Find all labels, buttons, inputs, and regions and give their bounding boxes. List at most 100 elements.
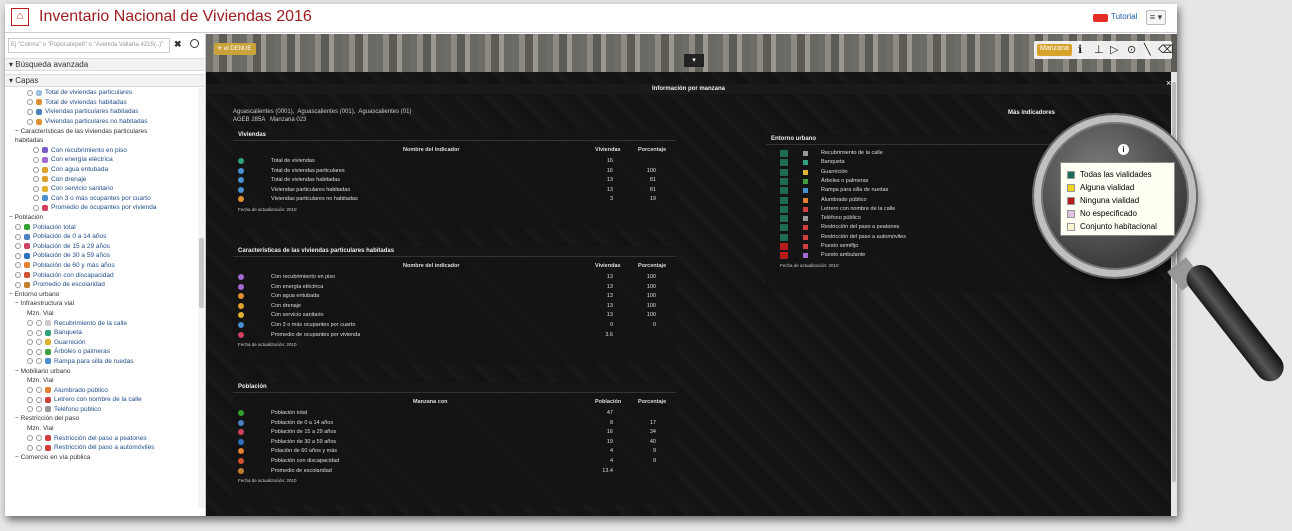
layer-item[interactable]: Rampa para silla de ruedas — [5, 357, 199, 367]
layer-radio[interactable] — [27, 99, 33, 106]
layer-item[interactable]: Total de viviendas particulares — [5, 88, 199, 98]
layer-radio[interactable] — [33, 204, 39, 211]
layer-radio[interactable] — [15, 281, 21, 288]
scrollbar-thumb[interactable] — [199, 238, 204, 308]
youtube-icon[interactable] — [1093, 14, 1108, 22]
layers-toggle[interactable]: ▾ Capas — [5, 74, 205, 87]
layer-item[interactable]: Con drenaje — [5, 174, 199, 184]
more-indicators-link[interactable]: Más indicadores — [1008, 110, 1055, 116]
layer-radio[interactable] — [36, 387, 42, 394]
layer-item[interactable]: Árboles o palmeras — [5, 347, 199, 357]
collapse-panel-button[interactable]: ▾ — [684, 54, 704, 67]
layer-item[interactable]: Con agua entubada — [5, 165, 199, 175]
layer-item[interactable]: Viviendas particulares habitadas — [5, 107, 199, 117]
tree-section-header[interactable]: Mzn. Vial — [5, 424, 199, 434]
layer-radio[interactable] — [27, 406, 33, 413]
layer-radio[interactable] — [15, 243, 21, 250]
layer-radio[interactable] — [36, 444, 42, 451]
advanced-search-toggle[interactable]: ▾ Búsqueda avanzada — [5, 58, 205, 71]
layer-radio[interactable] — [15, 224, 21, 231]
tree-section-header[interactable]: − Restricción del paso — [5, 414, 199, 424]
layer-radio[interactable] — [36, 406, 42, 413]
layer-radio[interactable] — [33, 185, 39, 192]
layer-radio[interactable] — [15, 272, 21, 279]
layer-radio[interactable] — [27, 329, 33, 336]
layer-radio[interactable] — [36, 435, 42, 442]
layer-radio[interactable] — [33, 195, 39, 202]
tree-section-header[interactable]: − Población — [5, 213, 199, 223]
layer-radio[interactable] — [27, 387, 33, 394]
layer-radio[interactable] — [33, 156, 39, 163]
tree-section-header[interactable]: Mzn. Vial — [5, 309, 199, 319]
layer-radio[interactable] — [27, 435, 33, 442]
layer-radio[interactable] — [27, 444, 33, 451]
legend-info-icon[interactable]: i — [1118, 144, 1129, 155]
layer-radio[interactable] — [15, 262, 21, 269]
layer-radio[interactable] — [27, 108, 33, 115]
layer-item[interactable]: Población de 0 a 14 años — [5, 232, 199, 242]
layer-item[interactable]: Con recubrimiento en piso — [5, 146, 199, 156]
tree-section-header[interactable]: − Mobiliario urbano — [5, 366, 199, 376]
clear-search-icon[interactable]: ✖ — [174, 39, 182, 50]
layer-item[interactable]: Con servicio sanitario — [5, 184, 199, 194]
sidebar-scrollbar[interactable] — [198, 88, 205, 508]
layer-item[interactable]: Población con discapacidad — [5, 270, 199, 280]
layer-radio[interactable] — [33, 147, 39, 154]
layer-radio[interactable] — [36, 348, 42, 355]
layer-radio[interactable] — [36, 396, 42, 403]
layer-item[interactable]: Población de 15 a 29 años — [5, 242, 199, 252]
layer-item[interactable]: Promedio de escolaridad — [5, 280, 199, 290]
layer-item[interactable]: Población total — [5, 222, 199, 232]
layer-radio[interactable] — [36, 339, 42, 346]
tree-section-header[interactable]: Mzn. Vial — [5, 376, 199, 386]
layer-item[interactable]: Viviendas particulares no habitadas — [5, 117, 199, 127]
menu-button[interactable]: ≡ ▾ — [1146, 10, 1166, 25]
tree-section-header[interactable]: − Características de las viviendas parti… — [5, 126, 199, 136]
tree-section-header[interactable]: − Infraestructura vial — [5, 299, 199, 309]
tree-section-header[interactable]: habitadas — [5, 136, 199, 146]
layer-item[interactable]: Total de viviendas habitadas — [5, 98, 199, 108]
erase-icon[interactable]: ⌫ — [1158, 43, 1174, 56]
denue-button[interactable]: ☀ el DENUE — [214, 43, 256, 55]
tree-section-header[interactable]: − Comercio en vía pública — [5, 453, 199, 463]
layer-item[interactable]: Población de 60 y más años — [5, 261, 199, 271]
search-icon[interactable] — [190, 39, 199, 48]
layer-item[interactable]: Banqueta — [5, 328, 199, 338]
locate-icon[interactable]: ⊙ — [1127, 43, 1136, 56]
layer-item[interactable]: Alumbrado público — [5, 385, 199, 395]
layer-radio[interactable] — [27, 358, 33, 365]
map-view[interactable]: ☀ el DENUE Manzana ℹ ⊥ ▷ ⊙ ╲ ⌫ ▾ Informa… — [206, 34, 1177, 516]
measure-icon[interactable]: ▷ — [1110, 43, 1118, 56]
tutorial-link[interactable]: Tutorial — [1111, 12, 1137, 21]
layer-item[interactable]: Letrero con nombre de la calle — [5, 395, 199, 405]
layer-item[interactable]: Teléfono público — [5, 405, 199, 415]
layer-radio[interactable] — [36, 358, 42, 365]
layer-radio[interactable] — [27, 320, 33, 327]
layer-radio[interactable] — [27, 89, 33, 96]
layer-item[interactable]: Promedio de ocupantes por vivienda — [5, 203, 199, 213]
pin-icon[interactable]: ⊥ — [1094, 43, 1104, 56]
layer-radio[interactable] — [33, 166, 39, 173]
info-icon[interactable]: ℹ — [1078, 43, 1082, 56]
layer-radio[interactable] — [33, 176, 39, 183]
layer-radio[interactable] — [15, 233, 21, 240]
layer-radio[interactable] — [27, 348, 33, 355]
draw-icon[interactable]: ╲ — [1144, 43, 1151, 56]
layer-item[interactable]: Con 3 o más ocupantes por cuarto — [5, 194, 199, 204]
search-input[interactable]: Ej "Colima" o "Popocatepetl" o "Avenida … — [8, 38, 170, 53]
layer-radio[interactable] — [36, 320, 42, 327]
manzana-button[interactable]: Manzana — [1037, 44, 1072, 56]
layer-item[interactable]: Guarnición — [5, 337, 199, 347]
layer-item[interactable]: Restricción del paso a peatones — [5, 433, 199, 443]
inegi-logo-icon[interactable]: ⌂ — [11, 8, 29, 26]
layer-radio[interactable] — [27, 118, 33, 125]
layer-item[interactable]: Recubrimiento de la calle — [5, 318, 199, 328]
layer-item[interactable]: Restricción del paso a automóviles — [5, 443, 199, 453]
layer-radio[interactable] — [27, 396, 33, 403]
layer-radio[interactable] — [15, 252, 21, 259]
layer-item[interactable]: Población de 30 a 59 años — [5, 251, 199, 261]
layer-radio[interactable] — [27, 339, 33, 346]
tree-section-header[interactable]: − Entorno urbano — [5, 289, 199, 299]
layer-item[interactable]: Con energía eléctrica — [5, 155, 199, 165]
layer-radio[interactable] — [36, 329, 42, 336]
